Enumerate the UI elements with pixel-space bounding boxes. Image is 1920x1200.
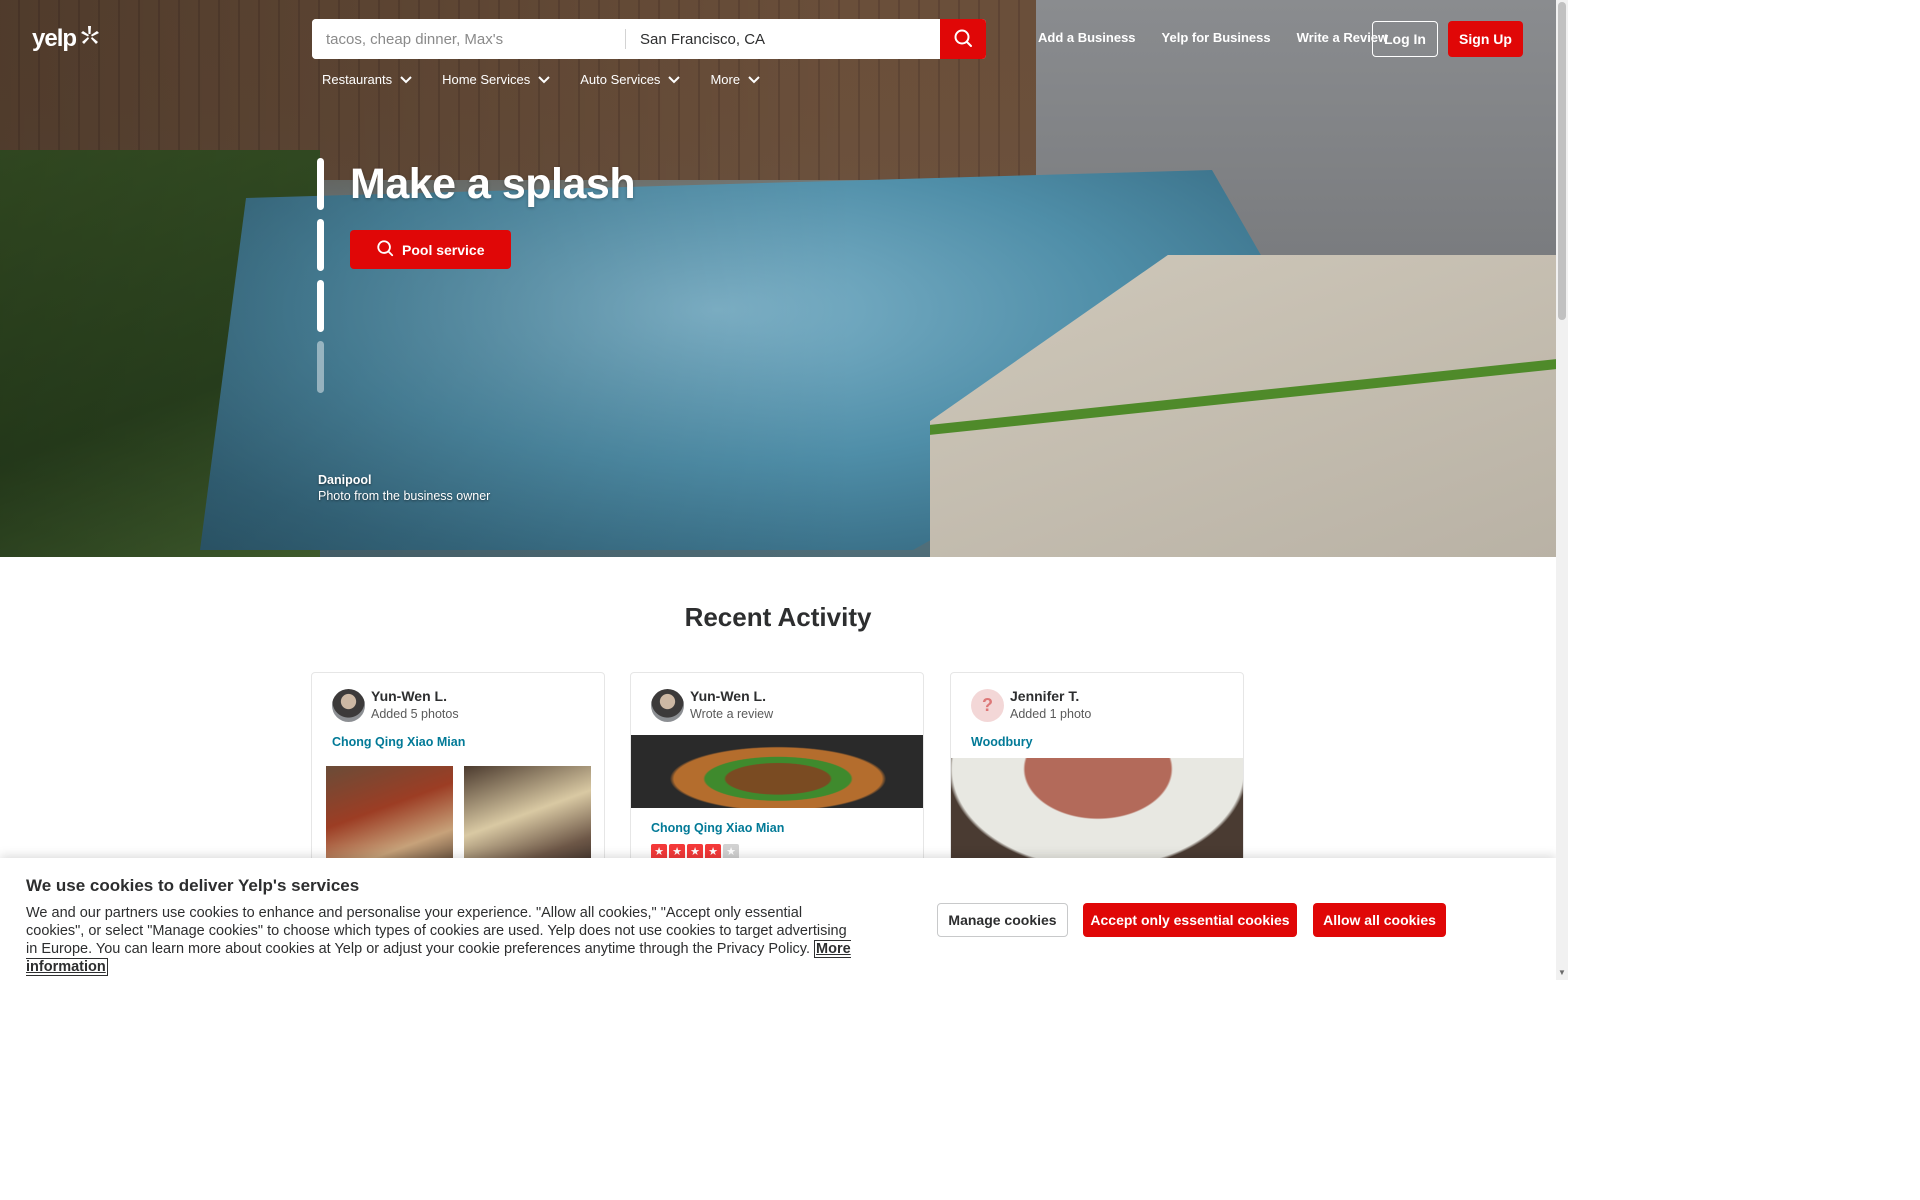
category-home-services[interactable]: Home Services	[442, 72, 550, 87]
activity-business-link[interactable]: Chong Qing Xiao Mian	[332, 735, 465, 749]
avatar[interactable]	[332, 689, 365, 722]
pool-service-label: Pool service	[402, 241, 485, 258]
category-restaurants[interactable]: Restaurants	[322, 72, 412, 87]
photo-credit: Danipool Photo from the business owner	[318, 472, 490, 504]
search-near-input[interactable]	[626, 19, 940, 59]
login-button[interactable]: Log In	[1372, 21, 1438, 57]
activity-user-name[interactable]: Jennifer T.	[1010, 688, 1091, 705]
search-find-input[interactable]	[312, 19, 625, 59]
slide-indicator[interactable]	[317, 341, 324, 393]
slide-indicator[interactable]	[317, 158, 324, 210]
search-icon	[953, 28, 973, 51]
activity-user-name[interactable]: Yun-Wen L.	[690, 688, 773, 705]
pool-service-button[interactable]: Pool service	[350, 230, 511, 269]
hero-banner: yelp tacos, cheap dinner, Max's San Fran…	[0, 0, 1556, 557]
activity-card-header: Yun-Wen L. Added 5 photos	[332, 688, 459, 723]
category-nav: Restaurants Home Services Auto Services …	[322, 72, 790, 87]
slide-indicators	[317, 158, 324, 402]
allow-all-cookies-button[interactable]: Allow all cookies	[1313, 903, 1446, 937]
activity-action: Wrote a review	[690, 707, 774, 721]
chevron-down-icon	[400, 72, 412, 87]
add-business-link[interactable]: Add a Business	[1038, 30, 1136, 45]
search-button[interactable]	[940, 19, 986, 59]
logo-text: yelp	[32, 25, 77, 52]
manage-cookies-button[interactable]: Manage cookies	[937, 903, 1068, 937]
activity-business-link[interactable]: Woodbury	[971, 735, 1033, 749]
cookie-banner-title: We use cookies to deliver Yelp's service…	[26, 876, 360, 895]
yelp-burst-icon	[78, 24, 102, 54]
activity-user-name[interactable]: Yun-Wen L.	[371, 688, 459, 705]
yelp-for-business-link[interactable]: Yelp for Business	[1162, 30, 1271, 45]
photo-credit-business[interactable]: Danipool	[318, 472, 490, 488]
activity-action: Added 1 photo	[1010, 707, 1092, 721]
search-icon	[376, 239, 394, 260]
top-nav: Add a Business Yelp for Business Write a…	[1038, 30, 1388, 45]
cookie-banner-body: We and our partners use cookies to enhan…	[26, 904, 856, 976]
yelp-logo[interactable]: yelp	[32, 24, 102, 54]
search-bar	[312, 19, 986, 59]
scrollbar-thumb[interactable]	[1558, 2, 1566, 320]
avatar-placeholder-icon[interactable]: ?	[971, 689, 1004, 722]
activity-action: Added 5 photos	[371, 707, 459, 721]
slide-indicator[interactable]	[317, 280, 324, 332]
accept-essential-cookies-button[interactable]: Accept only essential cookies	[1083, 903, 1297, 937]
category-label: Home Services	[442, 72, 531, 87]
chevron-down-icon	[538, 72, 550, 87]
avatar[interactable]	[651, 689, 684, 722]
chevron-down-icon	[668, 72, 681, 87]
cookie-banner-text: We and our partners use cookies to enhan…	[26, 905, 847, 957]
category-label: More	[710, 72, 741, 87]
category-auto-services[interactable]: Auto Services	[580, 72, 681, 87]
recent-activity-title: Recent Activity	[684, 602, 872, 632]
activity-photo[interactable]	[631, 735, 923, 808]
category-label: Auto Services	[580, 72, 661, 87]
slide-indicator[interactable]	[317, 219, 324, 271]
signup-button[interactable]: Sign Up	[1448, 21, 1523, 57]
photo-credit-note: Photo from the business owner	[318, 489, 491, 503]
chevron-down-icon	[748, 72, 760, 87]
activity-card-header: ? Jennifer T. Added 1 photo	[971, 688, 1091, 723]
activity-photo[interactable]	[951, 758, 1243, 868]
scrollbar[interactable]: ▼	[1556, 0, 1568, 980]
category-more[interactable]: More	[710, 72, 760, 87]
hero-title: Make a splash	[350, 160, 636, 208]
cookie-banner: We use cookies to deliver Yelp's service…	[0, 858, 1556, 980]
page: yelp tacos, cheap dinner, Max's San Fran…	[0, 0, 1556, 980]
category-label: Restaurants	[322, 72, 393, 87]
scroll-down-arrow-icon[interactable]: ▼	[1558, 968, 1566, 977]
activity-card-header: Yun-Wen L. Wrote a review	[651, 688, 773, 723]
activity-business-link[interactable]: Chong Qing Xiao Mian	[651, 821, 784, 835]
